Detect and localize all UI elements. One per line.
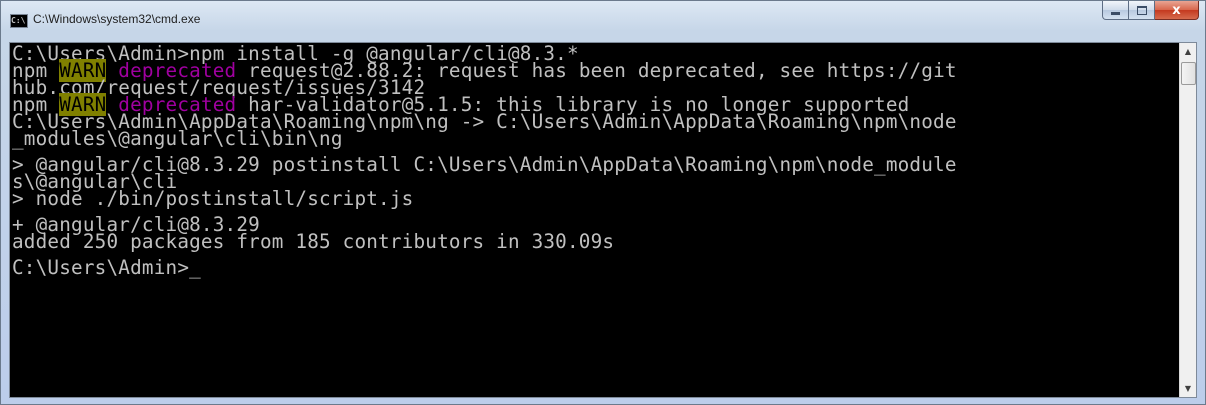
maximize-button[interactable] [1129,1,1155,20]
command-prompt: C:\Users\Admin> [12,256,190,279]
cmd-app-icon[interactable]: C:\ [10,14,28,28]
vertical-scrollbar[interactable]: ▲ ▼ [1179,43,1196,397]
scroll-up-arrow-icon[interactable]: ▲ [1180,43,1196,60]
console-line: > @angular/cli@8.3.29 postinstall C:\Use… [12,153,957,176]
maximize-icon [1136,5,1147,15]
text-cursor: _ [189,256,201,279]
window-title: C:\Windows\system32\cmd.exe [33,12,201,26]
console-line: > node ./bin/postinstall/script.js [12,187,414,210]
scroll-down-arrow-icon[interactable]: ▼ [1180,380,1196,397]
close-icon: x [1172,2,1181,18]
prompt-line: C:\Users\Admin>_ [10,256,1180,279]
console-line: added 250 packages from 185 contributors… [12,230,615,253]
console-client-area[interactable]: C:\Users\Admin>npm install -g @angular/c… [9,42,1197,398]
minimize-icon [1111,11,1120,15]
window-controls: x [1102,1,1199,22]
title-bar[interactable]: C:\ C:\Windows\system32\cmd.exe x [1,1,1205,37]
close-button[interactable]: x [1155,1,1199,20]
scrollbar-thumb[interactable] [1181,62,1196,85]
minimize-button[interactable] [1102,1,1129,20]
console-output[interactable]: C:\Users\Admin>npm install -g @angular/c… [10,45,1180,397]
cmd-window: C:\ C:\Windows\system32\cmd.exe x C:\Use… [0,0,1206,405]
